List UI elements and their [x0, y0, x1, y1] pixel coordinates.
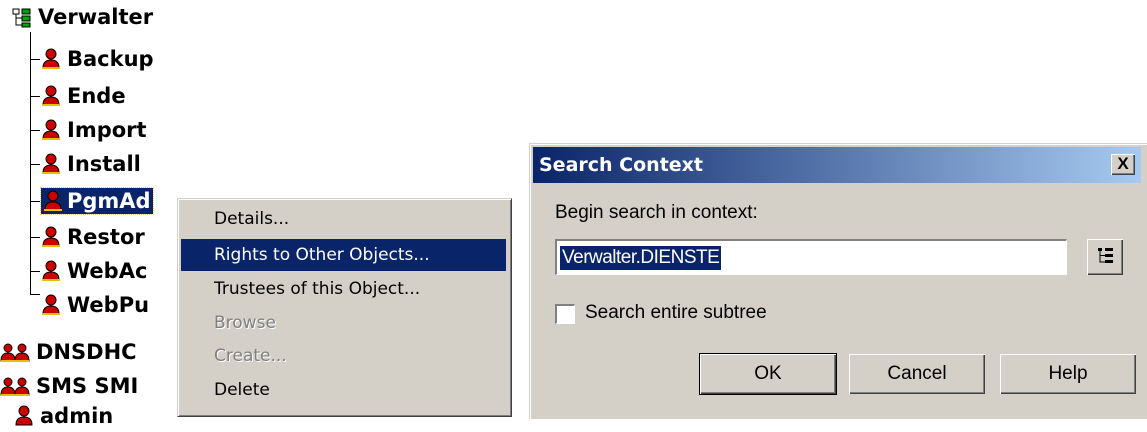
user-icon	[43, 190, 63, 212]
user-icon	[41, 294, 61, 316]
tree-item-label: Ende	[67, 84, 126, 108]
tree-branch-line	[30, 237, 40, 238]
user-icon	[14, 405, 34, 427]
tree-item-label: WebAc	[67, 259, 148, 283]
tree-item-backup[interactable]: Backup	[41, 45, 156, 73]
search-subtree-checkbox[interactable]	[555, 304, 575, 324]
begin-search-label-text: Begin search in context:	[555, 202, 758, 223]
tree-branch-line	[30, 164, 40, 165]
tree-item-label: WebPu	[67, 293, 150, 317]
tree-branch-line	[30, 201, 40, 202]
tree-item-label: Install	[67, 152, 141, 176]
tree-item-webpublish[interactable]: WebPu	[41, 291, 151, 319]
tree-branch-line	[30, 271, 40, 272]
user-icon	[41, 119, 61, 141]
menu-item-rights-to-other-objects[interactable]: Rights to Other Objects...	[181, 239, 506, 271]
tree-root-label: Verwalter	[38, 5, 154, 29]
search-subtree-label[interactable]: Search entire subtree	[585, 302, 767, 324]
tree-item-admin[interactable]: admin	[14, 402, 115, 430]
tree-item-label: PgmAd	[67, 189, 151, 213]
tree-item-sms[interactable]: SMS SMI	[0, 372, 138, 400]
tree-branch-line	[30, 59, 40, 60]
tree-item-webadmin[interactable]: WebAc	[41, 257, 149, 285]
search-context-dialog: Search Context X Begin search in context…	[529, 143, 1147, 419]
context-input[interactable]: Verwalter.DIENSTE	[555, 239, 1067, 275]
tree-browse-icon	[1098, 248, 1113, 263]
tree-root-node[interactable]: Verwalter	[12, 3, 155, 31]
begin-search-label: Begin search in context:	[555, 202, 758, 224]
menu-item-browse: Browse	[214, 313, 276, 333]
menu-item-details[interactable]: Details...	[181, 203, 506, 235]
tree-connector-line	[30, 32, 31, 294]
dialog-titlebar[interactable]: Search Context X	[533, 147, 1141, 183]
user-icon	[41, 48, 61, 70]
tree-item-import[interactable]: Import	[41, 116, 149, 144]
tree-branch-line	[30, 130, 40, 131]
user-icon	[41, 153, 61, 175]
ok-button[interactable]: OK	[699, 353, 837, 395]
close-icon: X	[1117, 154, 1129, 173]
menu-item-trustees[interactable]: Trustees of this Object...	[181, 273, 506, 305]
menu-item-create: Create...	[214, 346, 287, 366]
tree-branch-line	[30, 294, 40, 295]
tree-item-install[interactable]: Install	[41, 150, 143, 178]
context-menu: Details... Rights to Other Objects... Tr…	[177, 198, 512, 417]
context-input-value: Verwalter.DIENSTE	[560, 246, 722, 270]
group-icon	[0, 341, 32, 363]
user-icon	[41, 85, 61, 107]
tree-container-icon	[12, 6, 32, 28]
tree-branch-line	[30, 96, 40, 97]
close-button[interactable]: X	[1111, 154, 1135, 175]
tree-item-label: Restor	[67, 225, 145, 249]
tree-item-label: Backup	[67, 47, 154, 71]
help-button[interactable]: Help	[1000, 354, 1136, 394]
cancel-button[interactable]: Cancel	[849, 354, 985, 394]
tree-item-label: DNSDHC	[36, 340, 137, 364]
tree-item-restore[interactable]: Restor	[41, 223, 147, 251]
user-icon	[41, 226, 61, 248]
tree-item-dnsdhcp[interactable]: DNSDHC	[0, 338, 137, 366]
tree-item-pgmadmin[interactable]: PgmAd	[40, 187, 154, 215]
tree-item-selection: PgmAd	[40, 187, 154, 215]
menu-item-delete[interactable]: Delete	[181, 374, 506, 406]
group-icon	[0, 375, 32, 397]
browse-context-button[interactable]	[1087, 239, 1123, 275]
tree-item-label: Import	[67, 118, 147, 142]
dialog-title: Search Context	[539, 154, 703, 176]
tree-item-ende[interactable]: Ende	[41, 82, 128, 110]
tree-item-label: SMS SMI	[36, 374, 139, 398]
tree-item-label: admin	[40, 404, 114, 428]
user-icon	[41, 260, 61, 282]
